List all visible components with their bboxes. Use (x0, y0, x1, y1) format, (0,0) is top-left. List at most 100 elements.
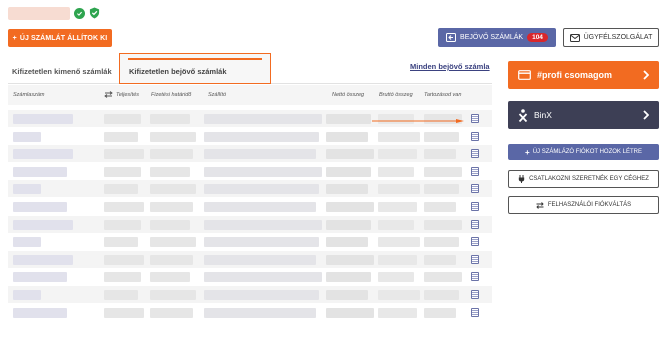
redacted-cell (13, 237, 41, 248)
redacted-cell (424, 219, 462, 230)
annotation-arrow (372, 119, 464, 123)
redacted-cell (204, 202, 316, 212)
col-due-date[interactable]: Fizetési határidő (151, 92, 191, 98)
col-net-amount[interactable]: Nettó összeg (332, 92, 364, 98)
col-fulfillment[interactable]: Teljesítés (116, 92, 139, 98)
chevron-right-icon (643, 110, 649, 120)
document-icon[interactable] (471, 307, 479, 317)
table-row[interactable] (8, 215, 492, 233)
table-row[interactable] (8, 128, 492, 145)
document-icon[interactable] (471, 254, 479, 264)
table-row[interactable] (8, 233, 492, 250)
redacted-cell (104, 254, 144, 265)
document-icon[interactable] (471, 149, 479, 159)
redacted-cell (104, 202, 144, 212)
tab-unpaid-outgoing[interactable]: Kifizetetlen kimenő számlák (12, 67, 112, 76)
sort-icon[interactable] (104, 91, 113, 98)
col-gross-amount[interactable]: Bruttó összeg (379, 92, 413, 98)
tab-unpaid-incoming-label: Kifizetetlen bejövő számlák (129, 67, 227, 76)
chevron-right-icon (643, 70, 649, 80)
redacted-cell (150, 237, 196, 248)
redacted-cell (13, 131, 41, 142)
redacted-cell (13, 114, 73, 124)
mail-icon (569, 33, 580, 42)
redacted-cell (378, 166, 414, 177)
incoming-count-badge: 104 (527, 33, 548, 42)
table-row[interactable] (8, 198, 492, 215)
redacted-cell (104, 290, 138, 300)
join-company-button[interactable]: CSATLAKOZNI SZERETNÉK EGY CÉGHEZ (508, 170, 659, 188)
switch-account-button[interactable]: FELHASZNÁLÓI FIÓKVÁLTÁS (508, 196, 659, 214)
table-row[interactable] (8, 304, 492, 321)
col-invoice-number[interactable]: Számlaszám (13, 92, 44, 98)
redacted-cell (424, 149, 456, 160)
redacted-cell (150, 272, 190, 283)
redacted-cell (104, 184, 138, 195)
redacted-cell (204, 149, 316, 160)
swap-icon (536, 201, 544, 209)
document-icon[interactable] (471, 237, 479, 247)
profi-plan-card[interactable]: #profi csomagom (508, 61, 659, 89)
table-row[interactable] (8, 250, 492, 268)
redacted-cell (104, 166, 141, 177)
redacted-cell (204, 307, 316, 318)
redacted-cell (104, 131, 138, 142)
document-icon[interactable] (471, 290, 479, 299)
plug-icon (518, 175, 525, 183)
redacted-cell (424, 272, 462, 283)
document-icon[interactable] (471, 202, 479, 211)
document-icon[interactable] (471, 114, 479, 123)
redacted-cell (150, 254, 193, 265)
redacted-cell (13, 290, 41, 300)
redacted-cell (13, 184, 41, 195)
redacted-cell (326, 166, 371, 177)
document-icon[interactable] (471, 272, 479, 282)
redacted-cell (378, 184, 420, 195)
redacted-cell (326, 254, 374, 265)
col-supplier[interactable]: Szállító (208, 92, 226, 98)
table-row[interactable] (8, 286, 492, 303)
redacted-cell (326, 290, 368, 300)
redacted-cell (424, 307, 456, 318)
redacted-cell (326, 184, 368, 195)
tab-unpaid-incoming[interactable]: Kifizetetlen bejövő számlák (119, 53, 271, 84)
table-row[interactable] (8, 268, 492, 285)
redacted-cell (326, 202, 374, 212)
incoming-invoices-button[interactable]: BEJÖVŐ SZÁMLÁK 104 (438, 28, 556, 47)
document-icon[interactable] (471, 131, 479, 141)
document-icon[interactable] (471, 184, 479, 194)
redacted-cell (104, 114, 141, 124)
binx-card[interactable]: BinX (508, 101, 659, 129)
redacted-cell (424, 131, 459, 142)
redacted-cell (150, 131, 196, 142)
redacted-cell (326, 237, 368, 248)
document-icon[interactable] (471, 166, 479, 176)
redacted-cell (378, 149, 417, 160)
document-icon[interactable] (471, 219, 479, 229)
redacted-cell (204, 272, 322, 283)
redacted-cell (104, 149, 144, 160)
redacted-cell (204, 114, 322, 124)
table-row[interactable] (8, 180, 492, 198)
redacted-cell (13, 202, 67, 212)
plus-icon: + (525, 147, 530, 157)
redacted-cell (204, 237, 319, 248)
redacted-cell (378, 254, 417, 265)
redacted-cell (150, 290, 196, 300)
redacted-cell (378, 272, 414, 283)
table-row[interactable] (8, 163, 492, 180)
redacted-cell (378, 131, 420, 142)
redacted-cell (13, 254, 73, 265)
redacted-cell (150, 114, 190, 124)
new-account-button[interactable]: + ÚJ SZÁMLÁZÓ FIÓKOT HOZOK LÉTRE (508, 144, 659, 160)
shield-icon (89, 7, 100, 19)
redacted-cell (204, 131, 319, 142)
support-button[interactable]: ÜGYFÉLSZOLGÁLAT (563, 28, 659, 47)
redacted-cell (378, 219, 414, 230)
col-owed[interactable]: Tartozásod van (424, 92, 461, 98)
table-row[interactable] (8, 145, 492, 163)
new-invoice-button[interactable]: + ÚJ SZÁMLÁT ÁLLÍTOK KI (8, 29, 112, 47)
account-name-redacted (8, 6, 70, 20)
redacted-cell (104, 307, 144, 318)
all-incoming-link[interactable]: Minden bejövő számla (410, 62, 490, 71)
